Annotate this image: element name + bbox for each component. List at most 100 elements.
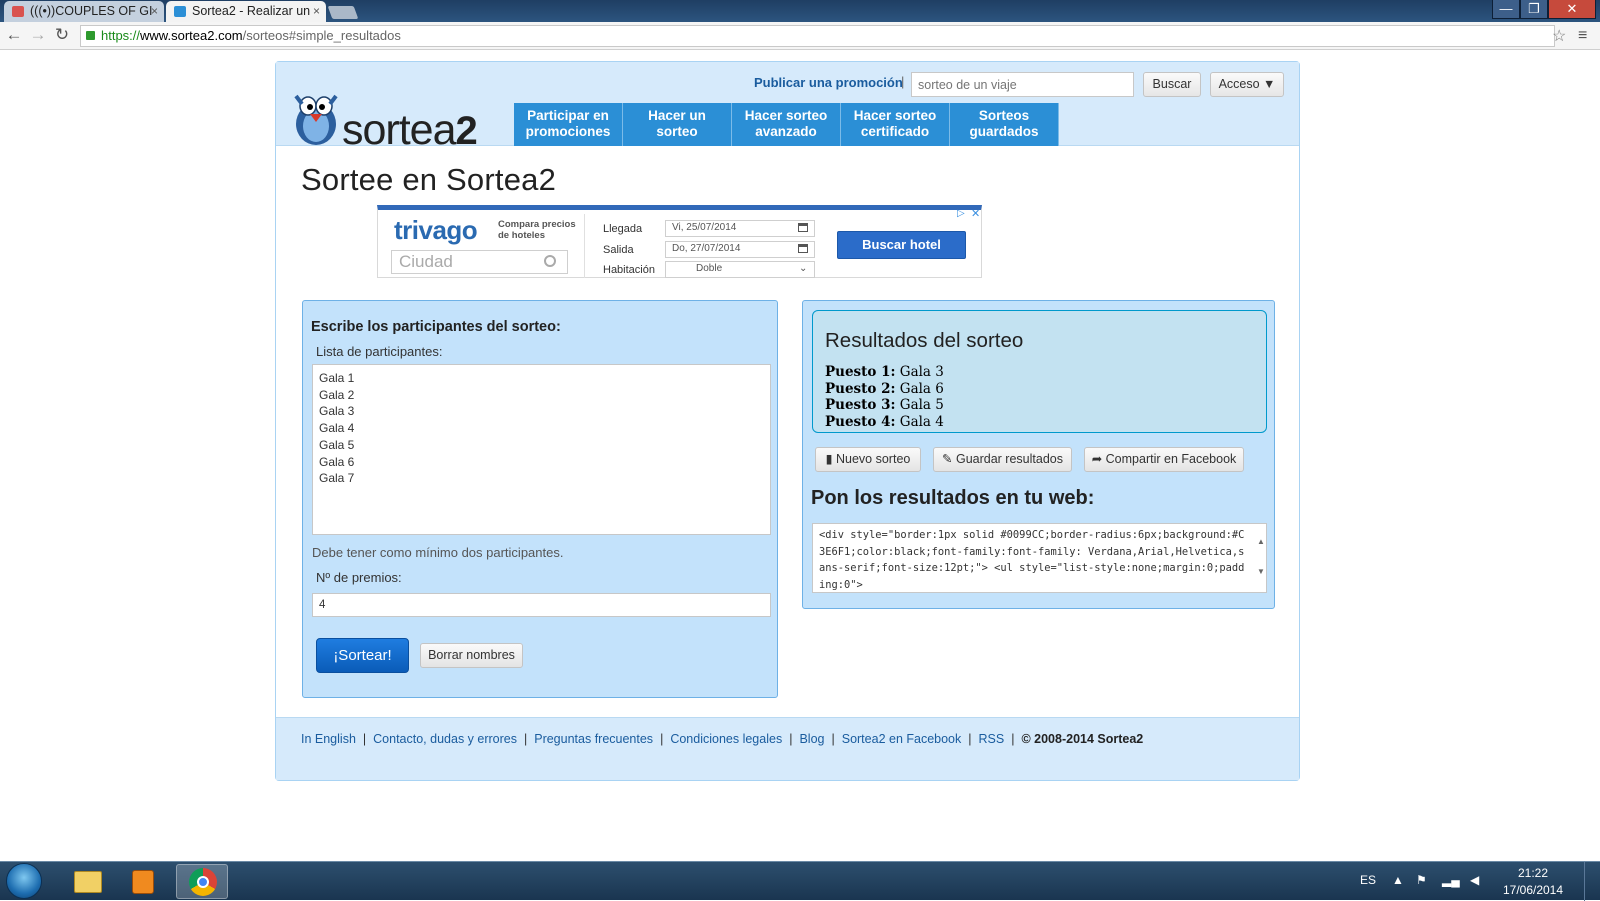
participants-textarea[interactable]: Gala 1 Gala 2 Gala 3 Gala 4 Gala 5 Gala … xyxy=(312,364,771,535)
footer-separator: | xyxy=(523,732,528,746)
back-arrow-icon[interactable]: ← xyxy=(4,25,24,45)
result-winner: Gala 6 xyxy=(899,380,944,397)
search-input[interactable] xyxy=(911,72,1134,97)
maximize-button[interactable]: ❐ xyxy=(1520,0,1548,19)
draw-button[interactable]: ¡Sortear! xyxy=(316,638,409,673)
url-path: /sorteos#simple_resultados xyxy=(242,28,401,43)
calendar-icon[interactable] xyxy=(798,244,808,253)
header-separator: | xyxy=(901,74,905,89)
publish-promotion-link[interactable]: Publicar una promoción xyxy=(754,75,903,90)
prizes-input[interactable] xyxy=(312,593,771,617)
tray-expand-icon[interactable]: ▲ xyxy=(1392,873,1404,887)
trivago-logo[interactable]: trivago xyxy=(394,215,478,246)
site-footer: In English | Contacto, dudas y errores | Pre… xyxy=(276,717,1299,780)
results-list: Puesto 1: Gala 3 Puesto 2: Gala 6 Puesto… xyxy=(825,364,944,431)
nav-label-line1: Hacer sorteo xyxy=(853,108,937,123)
volume-icon[interactable]: ◀ xyxy=(1470,873,1479,887)
footer-link-facebook[interactable]: Sortea2 en Facebook xyxy=(842,732,962,746)
search-button[interactable]: Buscar xyxy=(1143,72,1201,97)
save-results-button[interactable]: ✎ Guardar resultados xyxy=(933,447,1072,472)
nav-label-line1: Sorteos xyxy=(978,108,1030,123)
nav-make-draw[interactable]: Hacer un sorteo xyxy=(623,103,732,146)
show-desktop-button[interactable] xyxy=(1584,862,1600,901)
site-header: sortea2 Publicar una promoción | Buscar … xyxy=(276,62,1299,154)
tab-title: Sortea2 - Realizar un xyxy=(192,4,311,18)
nav-advanced-draw[interactable]: Hacer sorteo avanzado xyxy=(732,103,841,146)
footer-separator: | xyxy=(968,732,972,746)
nav-label-line1: Hacer sorteo xyxy=(744,108,828,123)
embed-code-textarea[interactable]: <div style="border:1px solid #0099CC;bor… xyxy=(812,523,1267,593)
network-icon[interactable]: ▂▄ xyxy=(1442,873,1460,887)
result-winner: Gala 3 xyxy=(899,364,944,380)
min-participants-note: Debe tener como mínimo dos participantes… xyxy=(312,545,564,560)
taskbar-media-player[interactable] xyxy=(118,864,170,899)
forward-arrow-icon[interactable]: → xyxy=(28,25,48,45)
result-item: Puesto 1: Gala 3 xyxy=(825,364,944,381)
url-scheme: https:// xyxy=(101,28,141,43)
footer-link-blog[interactable]: Blog xyxy=(799,732,824,746)
footer-link-contact[interactable]: Contacto, dudas y errores xyxy=(373,732,517,746)
arrival-date-field[interactable]: Vi, 25/07/2014 xyxy=(665,220,815,237)
calendar-icon[interactable] xyxy=(798,223,808,232)
nav-label-line2: avanzado xyxy=(755,124,817,139)
new-tab-button[interactable] xyxy=(327,6,359,19)
footer-link-legal[interactable]: Condiciones legales xyxy=(670,732,782,746)
chrome-menu-icon[interactable]: ≡ xyxy=(1578,27,1587,45)
ad-close-icon[interactable]: ✕ xyxy=(971,207,980,220)
share-facebook-button[interactable]: ➦ Compartir en Facebook xyxy=(1084,447,1244,472)
address-bar[interactable]: https://www.sortea2.com/sorteos#simple_r… xyxy=(80,25,1555,47)
footer-separator: | xyxy=(789,732,793,746)
sortea2-logo[interactable]: sortea2 xyxy=(288,84,498,154)
nav-certified-draw[interactable]: Hacer sorteo certificado xyxy=(841,103,950,146)
results-panel: Resultados del sorteo Puesto 1: Gala 3 P… xyxy=(802,300,1275,609)
result-item: Puesto 3: Gala 5 xyxy=(825,397,944,414)
result-item: Puesto 4: Gala 4 xyxy=(825,414,944,431)
close-window-button[interactable]: ✕ xyxy=(1548,0,1596,19)
minimize-button[interactable]: — xyxy=(1492,0,1520,19)
clock[interactable]: 21:22 17/06/2014 xyxy=(1498,865,1568,899)
embed-title: Pon los resultados en tu web: xyxy=(811,487,1095,509)
room-select[interactable]: Doble xyxy=(665,261,815,278)
page-title: Sortee en Sortea2 xyxy=(301,162,557,197)
search-hotel-button[interactable]: Buscar hotel xyxy=(837,231,966,259)
footer-link-english[interactable]: In English xyxy=(301,732,356,746)
clear-names-button[interactable]: Borrar nombres xyxy=(420,643,523,668)
button-label: Nuevo sorteo xyxy=(836,452,911,466)
tab-close-icon[interactable]: × xyxy=(313,4,320,18)
nav-saved-draws[interactable]: Sorteos guardados xyxy=(950,103,1059,146)
footer-link-rss[interactable]: RSS xyxy=(979,732,1005,746)
new-draw-button[interactable]: ▮ Nuevo sorteo xyxy=(815,447,921,472)
language-indicator[interactable]: ES xyxy=(1360,873,1376,887)
lock-icon xyxy=(86,31,95,40)
adchoices-icon[interactable]: ▷ xyxy=(957,208,965,219)
chevron-down-icon[interactable]: ⌄ xyxy=(799,263,807,274)
taskbar-chrome[interactable] xyxy=(176,864,228,899)
nav-participate-promotions[interactable]: Participar en promociones xyxy=(514,103,623,146)
results-title: Resultados del sorteo xyxy=(825,329,1024,352)
result-position: Puesto 2: xyxy=(825,380,896,397)
trivago-ad-banner[interactable]: trivago Compara precios de hoteles Ciuda… xyxy=(377,205,982,278)
result-position: Puesto 1: xyxy=(825,364,896,380)
taskbar-explorer[interactable] xyxy=(62,864,114,899)
mascot-logo-icon xyxy=(294,94,338,145)
room-label: Habitación xyxy=(603,264,655,276)
tab-close-icon[interactable]: × xyxy=(151,4,158,18)
scrollbar[interactable]: ▲ ▼ xyxy=(1257,527,1265,587)
file-icon: ▮ xyxy=(825,452,836,466)
bookmark-star-icon[interactable]: ☆ xyxy=(1552,26,1566,46)
participants-label: Lista de participantes: xyxy=(316,344,443,359)
browser-tab-sortea2[interactable]: Sortea2 - Realizar un × xyxy=(166,1,326,22)
result-item: Puesto 2: Gala 6 xyxy=(825,381,944,398)
departure-date-field[interactable]: Do, 27/07/2014 xyxy=(665,241,815,258)
action-center-flag-icon[interactable]: ⚑ xyxy=(1416,873,1427,887)
reload-icon[interactable]: ↻ xyxy=(52,25,72,45)
nav-label-line2: sorteo xyxy=(656,124,698,139)
media-player-icon xyxy=(132,870,154,894)
access-dropdown-button[interactable]: Acceso ▼ xyxy=(1210,72,1284,97)
arrival-label: Llegada xyxy=(603,223,643,235)
footer-separator: | xyxy=(660,732,664,746)
browser-tab-couples[interactable]: (((•))COUPLES OF GI × xyxy=(4,1,164,22)
start-button[interactable] xyxy=(6,863,42,899)
ad-city-input[interactable]: Ciudad xyxy=(391,250,568,274)
footer-link-faq[interactable]: Preguntas frecuentes xyxy=(534,732,653,746)
